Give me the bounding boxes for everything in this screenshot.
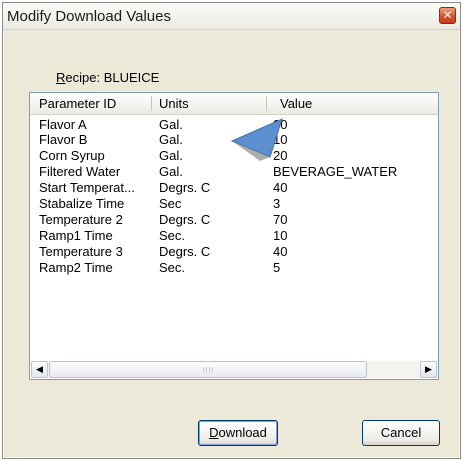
column-header-parameter-id[interactable]: Parameter ID (39, 93, 116, 114)
cell-value: BEVERAGE_WATER (273, 164, 398, 179)
cell-parameter-id: Start Temperat... (39, 180, 135, 195)
close-icon: ✕ (442, 8, 453, 22)
cancel-button[interactable]: Cancel (362, 420, 440, 446)
cell-parameter-id: Flavor B (39, 132, 88, 147)
download-button[interactable]: Download (198, 420, 278, 446)
mouse-pointer-icon (230, 118, 283, 161)
column-header-value[interactable]: Value (280, 93, 312, 114)
table-row[interactable]: Filtered Water Gal. BEVERAGE_WATER (30, 164, 438, 180)
cell-units: Degrs. C (159, 180, 211, 195)
column-divider[interactable] (151, 96, 152, 111)
cell-units: Sec. (159, 260, 186, 275)
modify-download-values-dialog: Modify Download Values ✕ Recipe: BLUEICE… (2, 2, 461, 459)
scroll-right-button[interactable]: ▶ (420, 361, 437, 378)
column-divider[interactable] (266, 96, 267, 111)
cell-value: 40 (273, 244, 288, 259)
cell-parameter-id: Temperature 3 (39, 244, 123, 259)
list-header: Parameter ID Units Value (30, 93, 438, 115)
table-row[interactable]: Start Temperat... Degrs. C 40 (30, 180, 438, 196)
cell-value: 10 (273, 132, 288, 147)
cell-parameter-id: Corn Syrup (39, 148, 105, 163)
cell-units: Sec (159, 196, 182, 211)
cell-units: Degrs. C (159, 244, 211, 259)
cell-value: 20 (273, 148, 288, 163)
cell-parameter-id: Flavor A (39, 117, 87, 132)
recipe-label: Recipe: BLUEICE (56, 70, 159, 85)
cell-value: 10 (273, 228, 288, 243)
download-label: ownload (218, 425, 267, 440)
cell-parameter-id: Stabalize Time (39, 196, 125, 211)
cancel-label: Cancel (380, 425, 422, 440)
table-row[interactable]: Temperature 3 Degrs. C 40 (30, 244, 438, 260)
cell-parameter-id: Ramp1 Time (39, 228, 113, 243)
arrow-right-icon: ▶ (425, 364, 432, 374)
cell-units: Degrs. C (159, 212, 211, 227)
scroll-left-button[interactable]: ◀ (31, 361, 48, 378)
table-row[interactable]: Stabalize Time Sec 3 (30, 196, 438, 212)
close-button[interactable]: ✕ (439, 7, 456, 24)
cell-units: Sec. (159, 228, 186, 243)
cell-value: 70 (273, 212, 288, 227)
grip-icon (203, 367, 213, 373)
horizontal-scrollbar[interactable]: ◀ ▶ (31, 361, 437, 378)
cell-parameter-id: Ramp2 Time (39, 260, 113, 275)
recipe-prefix: ecipe: (65, 70, 104, 85)
cell-parameter-id: Temperature 2 (39, 212, 123, 227)
title-bar: Modify Download Values ✕ (3, 3, 460, 30)
table-row[interactable]: Temperature 2 Degrs. C 70 (30, 212, 438, 228)
scroll-thumb[interactable] (49, 361, 367, 378)
cell-value: 5 (273, 260, 281, 275)
recipe-name: BLUEICE (103, 70, 160, 85)
table-row[interactable]: Ramp1 Time Sec. 10 (30, 228, 438, 244)
recipe-accelerator: R (56, 70, 66, 85)
cell-units: Gal. (159, 164, 183, 179)
arrow-left-icon: ◀ (36, 364, 43, 374)
table-row[interactable]: Ramp2 Time Sec. 5 (30, 260, 438, 276)
cell-value: 30 (273, 117, 435, 133)
cell-value: 40 (273, 180, 288, 195)
column-header-units[interactable]: Units (159, 93, 189, 114)
cell-parameter-id: Filtered Water (39, 164, 121, 179)
cell-value: 3 (273, 196, 281, 211)
dialog-title: Modify Download Values (7, 8, 171, 25)
